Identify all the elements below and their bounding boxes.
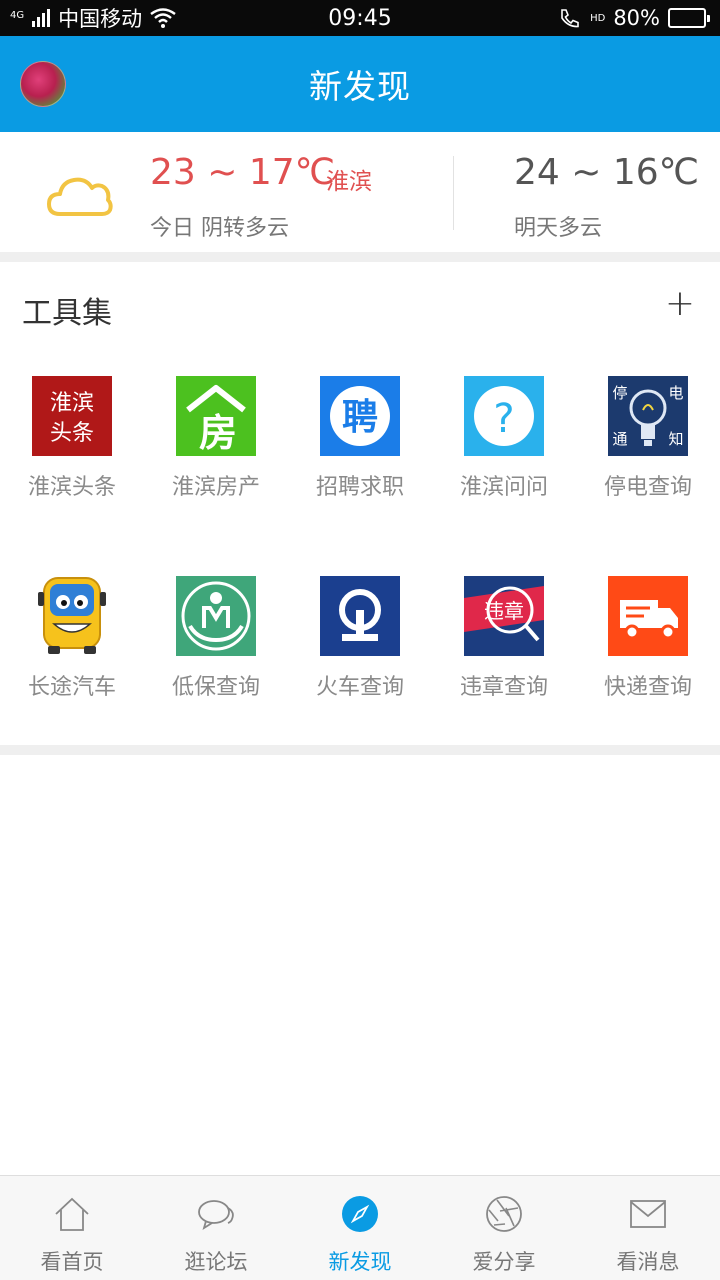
tool-huaibin-realestate[interactable]: 房 淮滨房产 (144, 376, 288, 526)
battery-percent: 80% (613, 6, 660, 30)
train-icon (320, 576, 400, 656)
tab-home[interactable]: 看首页 (0, 1176, 144, 1280)
tool-label: 违章查询 (459, 675, 548, 700)
tool-label: 停电查询 (603, 475, 692, 500)
tool-long-distance-bus[interactable]: 长途汽车 (0, 576, 144, 726)
tab-label: 看首页 (40, 1250, 104, 1274)
violation-icon: 违章 (464, 576, 544, 656)
tool-power-outage[interactable]: 停 电 通 知 停电查询 (576, 376, 720, 526)
tool-huaibin-headlines[interactable]: 淮滨 头条 淮滨头条 (0, 376, 144, 526)
tool-label: 火车查询 (315, 675, 404, 700)
section-divider (0, 745, 720, 755)
city-name[interactable]: 淮滨 (326, 162, 372, 196)
app-header: 新发现 (0, 36, 720, 132)
tab-messages[interactable]: 看消息 (576, 1176, 720, 1280)
aperture-icon (486, 1196, 522, 1232)
svg-text:房: 房 (199, 411, 237, 455)
tab-label: 看消息 (616, 1250, 680, 1274)
signal-icon (32, 9, 51, 27)
tab-discover[interactable]: 新发现 (288, 1176, 432, 1280)
svg-text:停: 停 (612, 384, 627, 402)
bottom-tab-bar: 看首页 逛论坛 新发现 爱分享 看消息 (0, 1175, 720, 1280)
svg-text:淮滨: 淮滨 (50, 391, 94, 416)
chat-bubble-icon (198, 1200, 234, 1231)
svg-text:电: 电 (668, 384, 683, 402)
weather-divider (453, 156, 454, 230)
tool-label: 长途汽车 (27, 675, 116, 700)
tomorrow-weather-desc: 明天多云 (514, 216, 603, 241)
tool-label: 招聘求职 (315, 475, 404, 500)
svg-text:聘: 聘 (342, 397, 378, 438)
tool-label: 淮滨问问 (459, 475, 548, 500)
tool-express-delivery[interactable]: 快递查询 (576, 576, 720, 726)
carrier-name: 中国移动 (58, 7, 143, 31)
svg-text:头条: 头条 (50, 421, 94, 446)
welfare-icon (176, 576, 256, 656)
tool-subsistence-allowance[interactable]: 低保查询 (144, 576, 288, 726)
svg-text:通: 通 (612, 430, 627, 448)
tab-label: 爱分享 (472, 1250, 536, 1274)
house-icon: 房 (176, 376, 256, 456)
weather-card[interactable]: 23 ~ 17℃ 淮滨 今日 阴转多云 24 ~ 16℃ 明天多云 (0, 132, 720, 252)
today-weather-desc: 今日 阴转多云 (150, 216, 289, 241)
page-title: 新发现 (309, 67, 411, 106)
tool-train-search[interactable]: 火车查询 (288, 576, 432, 726)
add-tool-button[interactable]: + (662, 284, 698, 324)
mail-icon (630, 1200, 666, 1228)
tab-label: 逛论坛 (184, 1250, 248, 1274)
tool-label: 淮滨房产 (171, 475, 260, 500)
tool-traffic-violation[interactable]: 违章 违章查询 (432, 576, 576, 726)
lightbulb-icon: 停 电 通 知 (608, 376, 688, 456)
battery-icon (668, 8, 710, 28)
huaibin-headlines-icon: 淮滨 头条 (32, 376, 112, 456)
tab-forum[interactable]: 逛论坛 (144, 1176, 288, 1280)
tool-label: 淮滨头条 (27, 475, 116, 500)
tomorrow-temperature: 24 ~ 16℃ (514, 152, 700, 193)
hd-tag: HD (590, 13, 606, 24)
tool-label: 快递查询 (603, 675, 692, 700)
compass-icon (342, 1196, 378, 1232)
home-icon (55, 1197, 89, 1231)
recruit-icon: 聘 (320, 376, 400, 456)
tool-job-search[interactable]: 聘 招聘求职 (288, 376, 432, 526)
tab-share[interactable]: 爱分享 (432, 1176, 576, 1280)
today-temperature: 23 ~ 17℃ (150, 152, 336, 193)
tab-label: 新发现 (328, 1250, 392, 1274)
call-icon (561, 9, 579, 28)
status-bar: 4G 中国移动 09:45 HD 80% (0, 0, 720, 36)
network-type: 4G (10, 10, 25, 21)
tool-label: 低保查询 (171, 675, 260, 700)
cloud-icon (47, 177, 113, 216)
svg-text:?: ? (493, 396, 514, 442)
bus-icon (32, 576, 112, 656)
svg-text:知: 知 (668, 430, 683, 448)
svg-text:违章: 违章 (484, 599, 524, 623)
tools-section-title: 工具集 (22, 296, 112, 331)
user-avatar[interactable] (20, 61, 66, 107)
wifi-icon (150, 8, 176, 28)
truck-icon (608, 576, 688, 656)
section-divider (0, 252, 720, 262)
tool-huaibin-qa[interactable]: ? 淮滨问问 (432, 376, 576, 526)
question-icon: ? (464, 376, 544, 456)
